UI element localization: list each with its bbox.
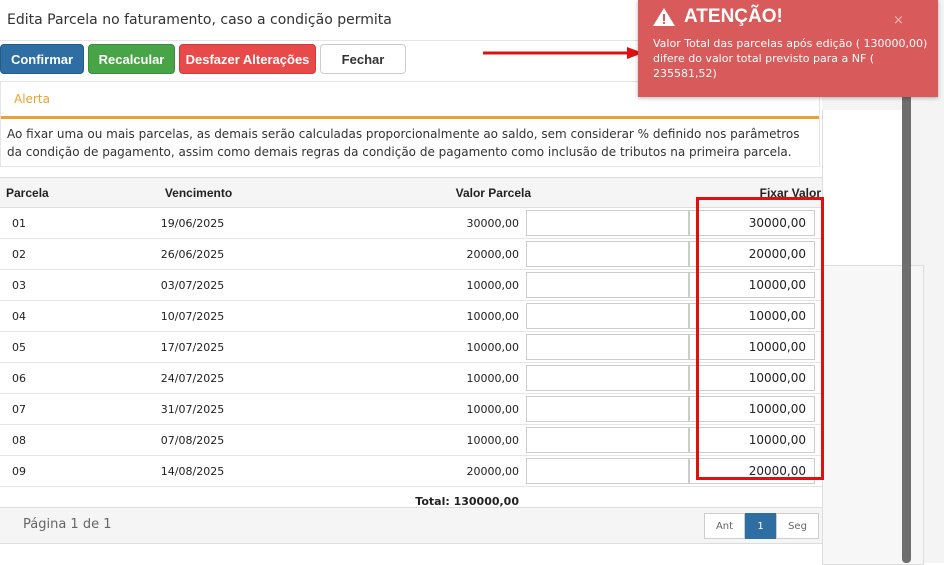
recalculate-button[interactable]: Recalcular — [88, 44, 175, 74]
cell-parcela: 02 — [12, 247, 26, 261]
current-page-button[interactable]: 1 — [745, 513, 776, 539]
cell-valor-parcela: 10000,00 — [466, 278, 520, 292]
confirm-button[interactable]: Confirmar — [0, 44, 84, 74]
total-label: Total: 130000,00 — [415, 494, 519, 508]
cell-parcela: 05 — [12, 340, 26, 354]
installment-input[interactable] — [526, 458, 689, 484]
installment-input[interactable] — [526, 334, 689, 360]
undo-changes-button[interactable]: Desfazer Alterações — [179, 44, 316, 74]
cell-vencimento: 19/06/2025 — [160, 216, 225, 230]
header-parcela: Parcela — [6, 185, 49, 200]
page-info: Página 1 de 1 — [23, 517, 112, 532]
cell-parcela: 07 — [12, 402, 26, 416]
cell-parcela: 09 — [12, 464, 26, 478]
next-page-button[interactable]: Seg — [776, 513, 819, 539]
cell-valor-parcela: 30000,00 — [466, 216, 520, 230]
header-valor-parcela: Valor Parcela — [455, 185, 531, 200]
cell-vencimento: 31/07/2025 — [160, 402, 225, 416]
warning-icon — [653, 8, 675, 26]
cell-valor-parcela: 20000,00 — [466, 247, 520, 261]
cell-parcela: 01 — [12, 216, 26, 230]
toast-title-text: ATENÇÃO! — [684, 6, 783, 27]
cell-vencimento: 03/07/2025 — [160, 278, 225, 292]
cell-vencimento: 07/08/2025 — [160, 433, 225, 447]
toast-title: ATENÇÃO! — [652, 6, 783, 28]
installment-input[interactable] — [526, 427, 689, 453]
cell-valor-parcela: 20000,00 — [466, 464, 520, 478]
red-arrow-annotation — [483, 47, 643, 59]
close-button[interactable]: Fechar — [320, 44, 406, 74]
installment-input[interactable] — [526, 396, 689, 422]
toast-close-icon[interactable]: × — [893, 13, 904, 28]
scrollbar[interactable] — [902, 57, 911, 563]
cell-parcela: 04 — [12, 309, 26, 323]
cell-vencimento: 24/07/2025 — [160, 371, 225, 385]
header-vencimento: Vencimento — [164, 185, 233, 200]
cell-vencimento: 14/08/2025 — [160, 464, 225, 478]
cell-valor-parcela: 10000,00 — [466, 433, 520, 447]
prev-page-button[interactable]: Ant — [704, 513, 745, 539]
installment-input[interactable] — [526, 303, 689, 329]
cell-parcela: 08 — [12, 433, 26, 447]
cell-parcela: 03 — [12, 278, 26, 292]
installment-input[interactable] — [526, 272, 689, 298]
modal-toolbar: Confirmar Recalcular Desfazer Alterações… — [0, 44, 406, 74]
pager: Ant 1 Seg — [704, 513, 819, 539]
cell-vencimento: 17/07/2025 — [160, 340, 225, 354]
red-highlight-box — [696, 197, 824, 480]
cell-valor-parcela: 10000,00 — [466, 371, 520, 385]
installment-input[interactable] — [526, 210, 689, 236]
cell-vencimento: 26/06/2025 — [160, 247, 225, 261]
cell-valor-parcela: 10000,00 — [466, 309, 520, 323]
toast-message: Valor Total das parcelas após edição ( 1… — [653, 37, 928, 80]
cell-valor-parcela: 10000,00 — [466, 402, 520, 416]
cell-valor-parcela: 10000,00 — [466, 340, 520, 354]
warning-toast: ATENÇÃO! Valor Total das parcelas após e… — [638, 0, 938, 97]
cell-vencimento: 10/07/2025 — [160, 309, 225, 323]
pagination-footer: Página 1 de 1 Ant 1 Seg — [0, 507, 822, 544]
installment-input[interactable] — [526, 365, 689, 391]
cell-parcela: 06 — [12, 371, 26, 385]
alert-body: Ao fixar uma ou mais parcelas, as demais… — [7, 127, 800, 159]
installment-input[interactable] — [526, 241, 689, 267]
